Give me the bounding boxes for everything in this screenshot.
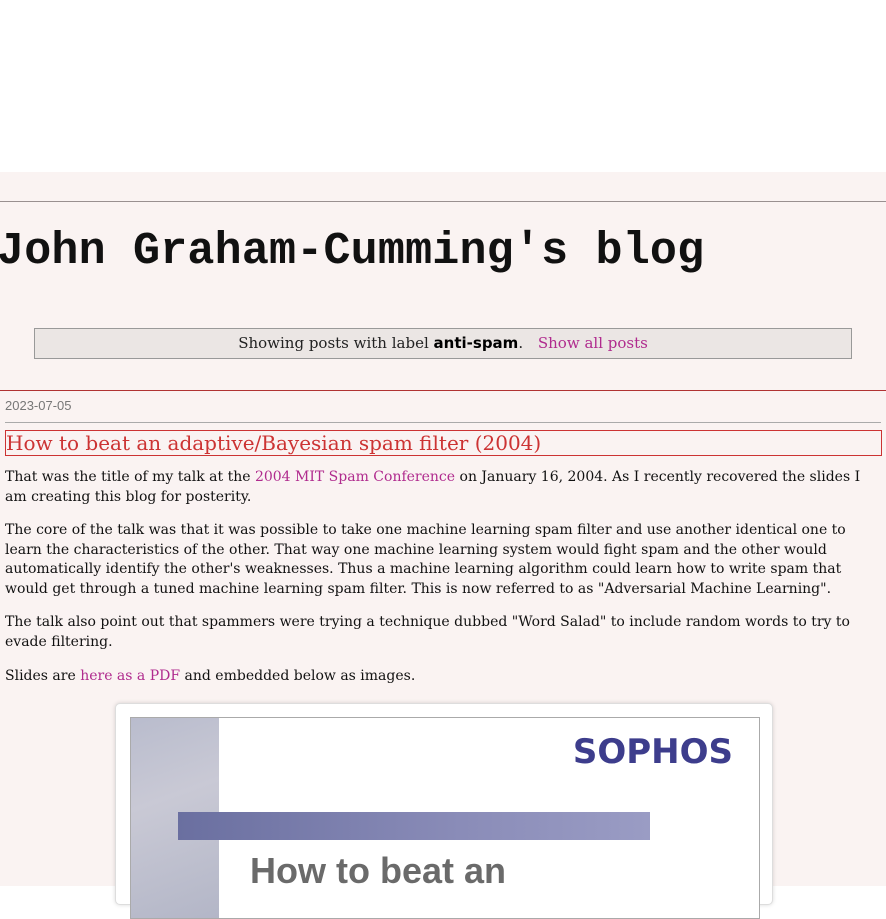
pdf-slides-link[interactable]: here as a PDF xyxy=(80,668,180,684)
post-paragraph-1: That was the title of my talk at the 200… xyxy=(5,468,881,507)
status-suffix: . xyxy=(518,334,524,352)
slide-band-graphic xyxy=(178,812,650,840)
post-paragraph-4: Slides are here as a PDF and embedded be… xyxy=(5,667,881,687)
post-paragraph-2: The core of the talk was that it was pos… xyxy=(5,522,846,597)
sophos-logo: SOPHOS xyxy=(572,732,733,772)
status-prefix: Showing posts with label xyxy=(238,334,429,352)
mit-spam-conference-link[interactable]: 2004 MIT Spam Conference xyxy=(255,469,455,485)
slide-image: SOPHOS How to beat an xyxy=(130,717,760,919)
p4-text-before: Slides are xyxy=(5,668,81,684)
p1-text-before: That was the title of my talk at the xyxy=(5,469,255,485)
status-label: anti-spam xyxy=(433,334,519,352)
show-all-posts-link[interactable]: Show all posts xyxy=(538,334,648,352)
content-divider xyxy=(0,390,886,391)
header-divider xyxy=(0,201,886,202)
post-title-link[interactable]: How to beat an adaptive/Bayesian spam fi… xyxy=(5,430,882,456)
p4-text-after: and embedded below as images. xyxy=(180,668,416,684)
slide-image-card[interactable]: SOPHOS How to beat an xyxy=(115,703,773,919)
date-divider xyxy=(5,422,881,423)
label-filter-status: Showing posts with label anti-spam. Show… xyxy=(34,328,852,359)
post-paragraph-3: The talk also point out that spammers we… xyxy=(5,614,850,650)
post-date: 2023-07-05 xyxy=(5,398,72,413)
blog-page: John Graham-Cumming's blog Showing posts… xyxy=(0,172,886,919)
top-blank-area xyxy=(0,0,886,172)
blog-title[interactable]: John Graham-Cumming's blog xyxy=(0,226,704,278)
